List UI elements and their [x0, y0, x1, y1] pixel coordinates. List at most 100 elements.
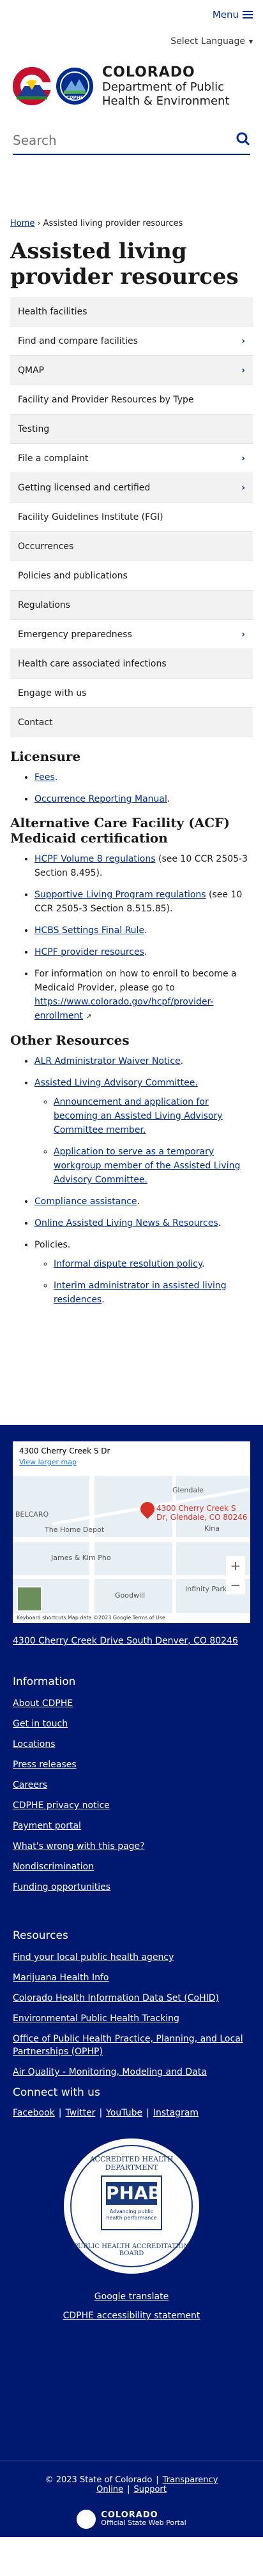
nav-item-contact[interactable]: Contact: [10, 708, 253, 737]
dispute-resolution-link[interactable]: Informal dispute resolution policy: [54, 1259, 202, 1269]
menu-button[interactable]: Menu: [213, 9, 253, 20]
nav-item-licensed-certified[interactable]: Getting licensed and certified ›: [10, 473, 253, 503]
info-links: About CDPHE Get in touch Locations Press…: [13, 1697, 250, 1894]
interim-administrator-link[interactable]: Interim administrator in assisted living…: [54, 1281, 227, 1305]
footer-link[interactable]: What's wrong with this page?: [13, 1840, 250, 1853]
external-link-icon: ↗: [86, 1012, 92, 1020]
footer-link[interactable]: Get in touch: [13, 1718, 250, 1730]
nav-item-fgi[interactable]: Facility Guidelines Institute (FGI): [10, 503, 253, 532]
instagram-link[interactable]: Instagram: [153, 2108, 199, 2118]
footer-address-link[interactable]: 4300 Cherry Creek Drive South Denver, CO…: [13, 1635, 250, 1647]
facebook-link[interactable]: Facebook: [13, 2108, 55, 2118]
nav-item-occurrences[interactable]: Occurrences: [10, 532, 253, 561]
footer-link[interactable]: Find your local public health agency: [13, 1951, 250, 1964]
breadcrumb-current: Assisted living provider resources: [43, 219, 183, 228]
supportive-living-link[interactable]: Supportive Living Program regulations: [34, 890, 206, 900]
map-satellite-toggle[interactable]: [17, 1586, 42, 1612]
nav-item-find-compare[interactable]: Find and compare facilities ›: [10, 327, 253, 356]
colorado-flag-icon: [13, 67, 51, 105]
colorado-c-icon: [77, 2510, 96, 2529]
breadcrumb-home[interactable]: Home: [10, 219, 34, 228]
other-resources-list: ALR Administrator Waiver Notice. Assiste…: [34, 1054, 253, 1307]
compliance-assistance-link[interactable]: Compliance assistance: [34, 1196, 137, 1207]
nav-item-resources-by-type[interactable]: Facility and Provider Resources by Type: [10, 385, 253, 415]
accessibility-statement-link[interactable]: CDPHE accessibility statement: [13, 2311, 250, 2321]
list-item: Announcement and application for becomin…: [54, 1095, 253, 1137]
location-map[interactable]: 4300 Cherry Creek S Dr View larger map 4…: [13, 1441, 250, 1623]
page-title: Assisted living provider resources: [10, 239, 239, 290]
list-item: For information on how to enroll to beco…: [34, 967, 253, 1024]
acf-heading: Alternative Care Facility (ACF) Medicaid…: [10, 815, 230, 846]
menu-label: Menu: [212, 8, 239, 20]
list-item: HCPF Volume 8 regulations (see 10 CCR 25…: [34, 852, 253, 880]
breadcrumb-separator: ›: [37, 219, 41, 228]
map-zoom-controls[interactable]: + −: [226, 1556, 245, 1594]
map-label: Goodwill: [115, 1591, 146, 1600]
footer-link[interactable]: Nondiscrimination: [13, 1860, 250, 1873]
other-resources-heading: Other Resources: [10, 1033, 130, 1048]
hamburger-icon: [243, 10, 253, 18]
nav-item-policies[interactable]: Policies and publications: [10, 561, 253, 591]
map-label: James & Kim Pho: [51, 1554, 111, 1562]
svg-text:CDPHE: CDPHE: [66, 95, 84, 100]
alr-waiver-link[interactable]: ALR Administrator Waiver Notice: [34, 1056, 181, 1066]
language-selector[interactable]: Select Language ▾: [0, 29, 263, 54]
view-larger-map-link[interactable]: View larger map: [19, 1458, 244, 1466]
social-links: Facebook | Twitter | YouTube | Instagram: [13, 2108, 199, 2118]
footer-link[interactable]: Press releases: [13, 1758, 250, 1771]
footer-link[interactable]: Colorado Health Information Data Set (Co…: [13, 1992, 250, 2005]
footer-link[interactable]: Locations: [13, 1738, 250, 1751]
footer-link[interactable]: Air Quality - Monitoring, Modeling and D…: [13, 2066, 250, 2079]
footer-link[interactable]: CDPHE privacy notice: [13, 1799, 250, 1812]
phab-accreditation-badge[interactable]: ACCREDITED HEALTH DEPARTMENT PHAB Advanc…: [64, 2138, 199, 2274]
search-bar: [13, 127, 250, 155]
hcpf-volume8-link[interactable]: HCPF Volume 8 regulations: [34, 854, 156, 864]
twitter-link[interactable]: Twitter: [66, 2108, 96, 2118]
nav-item-testing[interactable]: Testing: [10, 415, 253, 444]
hcpf-provider-resources-link[interactable]: HCPF provider resources: [34, 947, 144, 957]
map-pin-icon[interactable]: [137, 1499, 158, 1519]
chevron-right-icon: ›: [241, 453, 245, 464]
occurrence-manual-link[interactable]: Occurrence Reporting Manual: [34, 794, 167, 804]
list-item: Policies. Informal dispute resolution po…: [34, 1238, 253, 1307]
nav-item-file-complaint[interactable]: File a complaint ›: [10, 444, 253, 473]
list-item: Online Assisted Living News & Resources.: [34, 1216, 253, 1230]
nav-item-emergency[interactable]: Emergency preparedness ›: [10, 620, 253, 649]
resources-heading: Resources: [13, 1929, 68, 1942]
support-link[interactable]: Support: [133, 2485, 166, 2494]
nav-item-engage[interactable]: Engage with us: [10, 679, 253, 708]
search-icon[interactable]: [236, 132, 250, 149]
language-label: Select Language: [170, 36, 245, 47]
footer-link[interactable]: Careers: [13, 1779, 250, 1792]
footer-link[interactable]: Office of Public Health Practice, Planni…: [13, 2033, 250, 2058]
map-pin-label: 4300 Cherry Creek S Dr, Glendale, CO 8024…: [156, 1504, 248, 1522]
map-label: The Home Depot: [45, 1526, 105, 1534]
site-branding[interactable]: CDPHE COLORADO Department of Public Heal…: [0, 54, 263, 118]
youtube-link[interactable]: YouTube: [106, 2108, 142, 2118]
nav-item-hai[interactable]: Health care associated infections: [10, 649, 253, 679]
footer-link[interactable]: Environmental Public Health Tracking: [13, 2012, 250, 2025]
colorado-portal-logo[interactable]: COLORADO Official State Web Portal: [13, 2510, 250, 2529]
footer-link[interactable]: About CDPHE: [13, 1697, 250, 1710]
footer-link[interactable]: Funding opportunities: [13, 1881, 250, 1894]
search-input[interactable]: [13, 133, 204, 148]
committee-member-application-link[interactable]: Announcement and application for becomin…: [54, 1097, 223, 1135]
list-item: Fees.: [34, 770, 253, 784]
advisory-committee-link[interactable]: Assisted Living Advisory Committee.: [34, 1078, 198, 1088]
news-resources-link[interactable]: Online Assisted Living News & Resources: [34, 1218, 218, 1228]
hcbs-settings-link[interactable]: HCBS Settings Final Rule: [34, 925, 144, 936]
nav-item-regulations[interactable]: Regulations: [10, 591, 253, 620]
footer-link[interactable]: Marijuana Health Info: [13, 1971, 250, 1984]
nav-item-health-facilities[interactable]: Health facilities: [10, 297, 253, 327]
nav-item-qmap[interactable]: QMAP ›: [10, 356, 253, 385]
map-label: BELCARO: [15, 1510, 49, 1519]
main-content: Licensure Fees. Occurrence Reporting Man…: [10, 749, 253, 1307]
workgroup-application-link[interactable]: Application to serve as a temporary work…: [54, 1147, 240, 1185]
google-translate-link[interactable]: Google translate: [13, 2292, 250, 2302]
footer-link[interactable]: Payment portal: [13, 1820, 250, 1832]
list-item: Occurrence Reporting Manual.: [34, 792, 253, 806]
department-name-line1: Department of Public: [102, 80, 224, 94]
state-name: COLORADO: [102, 64, 195, 80]
fees-link[interactable]: Fees: [34, 772, 55, 783]
provider-enrollment-link[interactable]: https://www.colorado.gov/hcpf/provider-e…: [34, 997, 213, 1021]
